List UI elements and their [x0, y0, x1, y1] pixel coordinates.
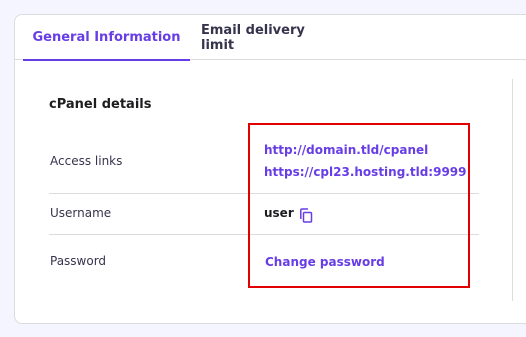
vertical-divider [512, 79, 513, 301]
highlight-box [248, 123, 470, 288]
cpanel-details-card: General Information Email delivery limit… [14, 14, 526, 324]
password-label: Password [50, 254, 107, 268]
tab-email-delivery-limit[interactable]: Email delivery limit [201, 15, 336, 60]
access-links-label: Access links [50, 154, 123, 168]
username-label: Username [50, 206, 112, 220]
section-title: cPanel details [49, 97, 152, 112]
tab-bar: General Information Email delivery limit [15, 15, 526, 61]
tab-general-information[interactable]: General Information [23, 15, 190, 61]
